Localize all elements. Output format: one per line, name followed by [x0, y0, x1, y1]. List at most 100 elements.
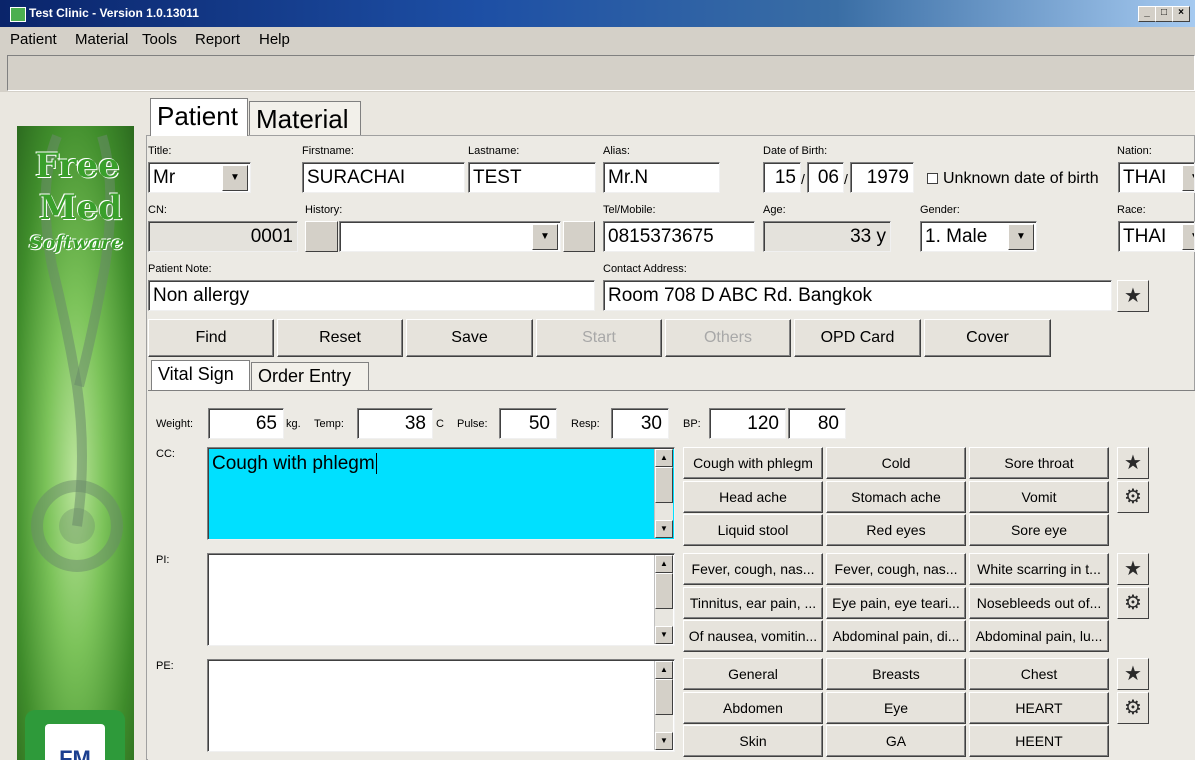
race-select[interactable]: THAI ▼ — [1118, 221, 1195, 252]
pe-quick-button[interactable]: Breasts — [826, 658, 966, 690]
unknown-dob-checkbox[interactable] — [927, 173, 938, 184]
pi-quick-button[interactable]: Abdominal pain, lu... — [969, 620, 1109, 652]
scroll-up-icon[interactable]: ▲ — [655, 449, 673, 467]
pi-quick-button[interactable]: Fever, cough, nas... — [683, 553, 823, 585]
scroll-thumb[interactable] — [655, 679, 673, 715]
pi-star-icon[interactable]: ★ — [1117, 553, 1149, 585]
cc-quick-button[interactable]: Sore eye — [969, 514, 1109, 546]
address-star-icon[interactable]: ★ — [1117, 280, 1149, 312]
title-select[interactable]: Mr ▼ — [148, 162, 251, 193]
save-button[interactable]: Save — [406, 319, 533, 357]
dob-day-field[interactable]: 15 — [763, 162, 801, 193]
pe-quick-button[interactable]: Abdomen — [683, 692, 823, 724]
tab-order-entry[interactable]: Order Entry — [251, 362, 369, 390]
cc-scrollbar[interactable]: ▲ ▼ — [654, 449, 673, 538]
pe-quick-button[interactable]: GA — [826, 725, 966, 757]
scroll-up-icon[interactable]: ▲ — [655, 661, 673, 679]
dob-year-field[interactable]: 1979 — [850, 162, 914, 193]
minimize-button[interactable]: _ — [1138, 6, 1156, 22]
scroll-thumb[interactable] — [655, 467, 673, 503]
pe-textarea[interactable]: ▲ ▼ — [207, 659, 675, 752]
pe-gear-icon[interactable]: ⚙ — [1117, 692, 1149, 724]
pi-textarea[interactable]: ▲ ▼ — [207, 553, 675, 646]
history-next-button[interactable] — [563, 221, 595, 252]
gender-select[interactable]: 1. Male ▼ — [920, 221, 1037, 252]
pe-quick-button[interactable]: HEENT — [969, 725, 1109, 757]
menu-material[interactable]: Material — [75, 31, 128, 48]
pi-quick-button[interactable]: Eye pain, eye teari... — [826, 587, 966, 619]
contact-address-field[interactable]: Room 708 D ABC Rd. Bangkok — [603, 280, 1112, 311]
cc-star-icon[interactable]: ★ — [1117, 447, 1149, 479]
dob-label: Date of Birth: — [763, 145, 828, 157]
cc-quick-button[interactable]: Sore throat — [969, 447, 1109, 479]
chevron-down-icon[interactable]: ▼ — [532, 224, 558, 250]
pi-quick-button[interactable]: Of nausea, vomitin... — [683, 620, 823, 652]
reset-button[interactable]: Reset — [277, 319, 403, 357]
cover-button[interactable]: Cover — [924, 319, 1051, 357]
tel-field[interactable]: 0815373675 — [603, 221, 755, 252]
chevron-down-icon[interactable]: ▼ — [1008, 224, 1034, 250]
cc-quick-button[interactable]: Stomach ache — [826, 481, 966, 513]
scroll-down-icon[interactable]: ▼ — [655, 520, 673, 538]
alias-field[interactable]: Mr.N — [603, 162, 720, 193]
chevron-down-icon[interactable]: ▼ — [222, 165, 248, 191]
pi-quick-button[interactable]: Nosebleeds out of... — [969, 587, 1109, 619]
menu-help[interactable]: Help — [259, 31, 290, 48]
pi-quick-button[interactable]: Fever, cough, nas... — [826, 553, 966, 585]
weight-field[interactable]: 65 — [208, 408, 284, 439]
find-button[interactable]: Find — [148, 319, 274, 357]
pe-quick-button[interactable]: Chest — [969, 658, 1109, 690]
history-prev-button[interactable] — [305, 221, 338, 252]
pe-quick-button[interactable]: Eye — [826, 692, 966, 724]
close-button[interactable]: × — [1172, 6, 1190, 22]
maximize-button[interactable]: □ — [1155, 6, 1173, 22]
chevron-down-icon[interactable]: ▼ — [1182, 224, 1194, 250]
cc-gear-icon[interactable]: ⚙ — [1117, 481, 1149, 513]
title-bar: Test Clinic - Version 1.0.13011 _ □ × — [0, 0, 1195, 27]
title-value: Mr — [153, 167, 176, 188]
pi-scrollbar[interactable]: ▲ ▼ — [654, 555, 673, 644]
pi-quick-button[interactable]: Abdominal pain, di... — [826, 620, 966, 652]
cc-quick-button[interactable]: Vomit — [969, 481, 1109, 513]
bp-systolic-field[interactable]: 120 — [709, 408, 786, 439]
pe-quick-button[interactable]: General — [683, 658, 823, 690]
dob-month-field[interactable]: 06 — [807, 162, 844, 193]
pe-quick-button[interactable]: Skin — [683, 725, 823, 757]
cc-quick-button[interactable]: Head ache — [683, 481, 823, 513]
scroll-down-icon[interactable]: ▼ — [655, 732, 673, 750]
start-button[interactable]: Start — [536, 319, 662, 357]
pi-gear-icon[interactable]: ⚙ — [1117, 587, 1149, 619]
pi-quick-button[interactable]: Tinnitus, ear pain, ... — [683, 587, 823, 619]
pe-star-icon[interactable]: ★ — [1117, 658, 1149, 690]
menu-report[interactable]: Report — [195, 31, 240, 48]
cc-quick-button[interactable]: Liquid stool — [683, 514, 823, 546]
cc-quick-button[interactable]: Red eyes — [826, 514, 966, 546]
nation-select[interactable]: THAI ▼ — [1118, 162, 1195, 193]
cc-textarea[interactable]: Cough with phlegm ▲ ▼ — [207, 447, 675, 540]
chevron-down-icon[interactable]: ▼ — [1182, 165, 1194, 191]
pulse-field[interactable]: 50 — [499, 408, 557, 439]
history-select[interactable]: ▼ — [339, 221, 561, 252]
temp-field[interactable]: 38 — [357, 408, 433, 439]
scroll-thumb[interactable] — [655, 573, 673, 609]
menu-tools[interactable]: Tools — [142, 31, 177, 48]
lastname-field[interactable]: TEST — [468, 162, 596, 193]
pe-scrollbar[interactable]: ▲ ▼ — [654, 661, 673, 750]
firstname-field[interactable]: SURACHAI — [302, 162, 465, 193]
menu-patient[interactable]: Patient — [10, 31, 57, 48]
scroll-down-icon[interactable]: ▼ — [655, 626, 673, 644]
fm-badge-text: FM — [45, 724, 105, 760]
tab-material[interactable]: Material — [249, 101, 361, 136]
tab-vital-sign[interactable]: Vital Sign — [151, 360, 250, 390]
bp-diastolic-field[interactable]: 80 — [788, 408, 846, 439]
pe-quick-button[interactable]: HEART — [969, 692, 1109, 724]
tab-patient[interactable]: Patient — [150, 98, 248, 136]
opd-card-button[interactable]: OPD Card — [794, 319, 921, 357]
cc-quick-button[interactable]: Cold — [826, 447, 966, 479]
others-button[interactable]: Others — [665, 319, 791, 357]
scroll-up-icon[interactable]: ▲ — [655, 555, 673, 573]
patient-note-field[interactable]: Non allergy — [148, 280, 595, 311]
cc-quick-button[interactable]: Cough with phlegm — [683, 447, 823, 479]
pi-quick-button[interactable]: White scarring in t... — [969, 553, 1109, 585]
resp-field[interactable]: 30 — [611, 408, 669, 439]
